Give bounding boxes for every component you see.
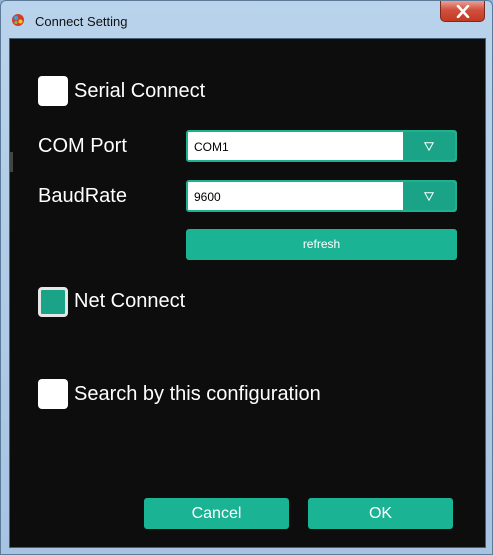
baudrate-dropdown-button[interactable] [403,182,455,210]
app-logo-icon [10,12,26,28]
serial-connect-label: Serial Connect [74,80,206,102]
window-title: Connect Setting [35,14,128,29]
triangle-down-icon [424,142,434,151]
cancel-button[interactable]: Cancel [144,498,289,529]
search-config-label: Search by this configuration [74,383,321,405]
com-port-label: COM Port [38,135,127,157]
ok-button[interactable]: OK [308,498,453,529]
net-connect-label: Net Connect [74,290,186,312]
baudrate-value: 9600 [194,190,221,204]
com-port-dropdown-button[interactable] [403,132,455,160]
close-button[interactable] [440,1,485,22]
refresh-button[interactable]: refresh [186,229,457,260]
serial-connect-checkbox[interactable] [38,76,68,106]
net-connect-checkbox[interactable] [38,287,68,317]
connect-setting-window: Connect Setting Serial Connect COM Port … [0,0,493,555]
close-icon [456,5,470,18]
search-config-checkbox[interactable] [38,379,68,409]
com-port-select[interactable]: COM1 [186,130,457,162]
baudrate-select[interactable]: 9600 [186,180,457,212]
dialog-content: Serial Connect COM Port COM1 BaudRate 96… [9,38,486,548]
left-edge-marker [10,152,13,172]
com-port-value: COM1 [194,140,229,154]
baudrate-label: BaudRate [38,185,127,207]
triangle-down-icon [424,192,434,201]
title-bar[interactable]: Connect Setting [1,1,492,39]
